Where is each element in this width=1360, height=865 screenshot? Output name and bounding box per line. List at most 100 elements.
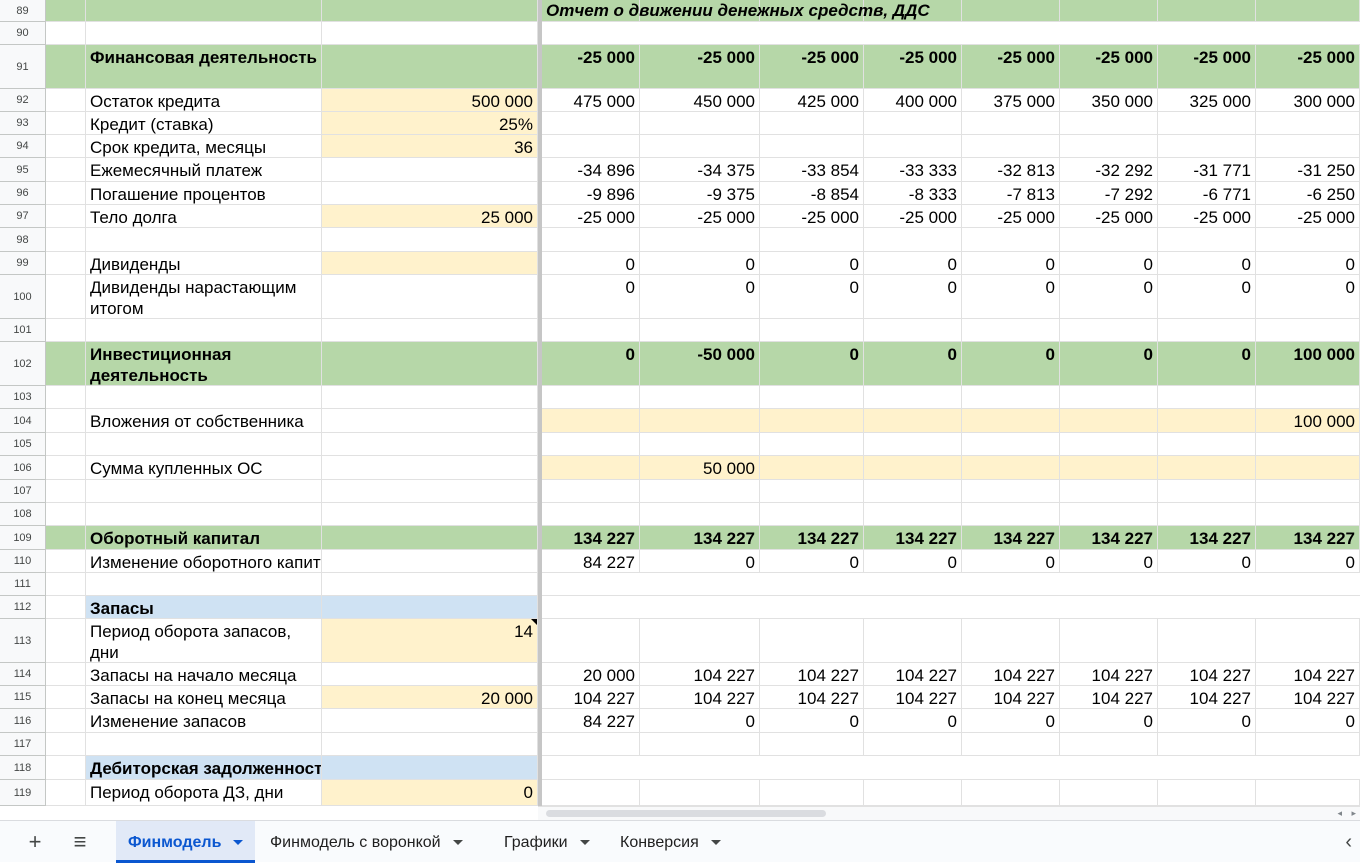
value-cell[interactable]: 20 000 bbox=[542, 663, 640, 686]
value-cell[interactable] bbox=[864, 780, 962, 806]
param-cell[interactable]: 36 bbox=[322, 135, 538, 158]
param-cell[interactable]: 25% bbox=[322, 112, 538, 135]
value-cell[interactable]: 104 227 bbox=[962, 686, 1060, 709]
row-header[interactable]: 117 bbox=[0, 733, 46, 756]
cell-a[interactable] bbox=[46, 433, 86, 456]
value-cell[interactable]: -50 000 bbox=[640, 342, 760, 386]
value-cell[interactable]: 0 bbox=[760, 550, 864, 573]
param-cell[interactable] bbox=[322, 22, 538, 45]
value-cell[interactable]: 0 bbox=[864, 342, 962, 386]
value-cell[interactable]: 0 bbox=[760, 709, 864, 733]
value-cell[interactable]: 0 bbox=[640, 252, 760, 275]
value-cell[interactable]: 425 000 bbox=[760, 89, 864, 112]
value-cell[interactable] bbox=[760, 456, 864, 480]
value-cell[interactable] bbox=[542, 433, 640, 456]
value-cell[interactable] bbox=[962, 135, 1060, 158]
tab-finmodel-funnel[interactable]: Финмодель с воронкой bbox=[258, 821, 475, 863]
value-cell[interactable] bbox=[760, 433, 864, 456]
add-sheet-button[interactable]: + bbox=[15, 821, 55, 863]
value-cell[interactable] bbox=[760, 319, 864, 342]
value-cell[interactable]: 0 bbox=[1158, 550, 1256, 573]
row-header[interactable]: 105 bbox=[0, 433, 46, 456]
value-cell[interactable] bbox=[760, 756, 864, 780]
value-cell[interactable] bbox=[962, 433, 1060, 456]
value-cell[interactable] bbox=[760, 480, 864, 503]
value-cell[interactable]: 0 bbox=[962, 252, 1060, 275]
row-label[interactable]: Запасы bbox=[86, 596, 322, 619]
row-label[interactable]: Запасы на конец месяца bbox=[86, 686, 322, 709]
param-cell[interactable] bbox=[322, 228, 538, 252]
value-cell[interactable]: -25 000 bbox=[1256, 205, 1360, 228]
value-cell[interactable] bbox=[864, 573, 962, 596]
value-cell[interactable] bbox=[1060, 596, 1158, 619]
value-cell[interactable]: 0 bbox=[962, 275, 1060, 319]
value-cell[interactable]: 134 227 bbox=[962, 526, 1060, 550]
value-cell[interactable] bbox=[640, 756, 760, 780]
value-cell[interactable] bbox=[864, 22, 962, 45]
value-cell[interactable] bbox=[864, 433, 962, 456]
value-cell[interactable]: 104 227 bbox=[640, 686, 760, 709]
cell-a[interactable] bbox=[46, 135, 86, 158]
row-label[interactable]: Остаток кредита bbox=[86, 89, 322, 112]
value-cell[interactable] bbox=[640, 503, 760, 526]
value-cell[interactable] bbox=[1060, 228, 1158, 252]
frozen-columns-divider[interactable] bbox=[538, 0, 542, 806]
param-cell[interactable] bbox=[322, 456, 538, 480]
value-cell[interactable]: 0 bbox=[1060, 709, 1158, 733]
value-cell[interactable]: -31 771 bbox=[1158, 158, 1256, 182]
value-cell[interactable]: -7 813 bbox=[962, 182, 1060, 205]
value-cell[interactable]: -25 000 bbox=[542, 205, 640, 228]
value-cell[interactable] bbox=[962, 780, 1060, 806]
row-header[interactable]: 104 bbox=[0, 409, 46, 433]
cell-a[interactable] bbox=[46, 733, 86, 756]
row-header[interactable]: 98 bbox=[0, 228, 46, 252]
row-label[interactable] bbox=[86, 228, 322, 252]
row-label[interactable] bbox=[86, 22, 322, 45]
horizontal-scrollbar[interactable]: ◂ ▸ bbox=[538, 806, 1360, 820]
value-cell[interactable]: 0 bbox=[640, 275, 760, 319]
row-label[interactable] bbox=[86, 573, 322, 596]
cell-a[interactable] bbox=[46, 709, 86, 733]
row-header[interactable]: 109 bbox=[0, 526, 46, 550]
value-cell[interactable] bbox=[1060, 456, 1158, 480]
value-cell[interactable]: 0 bbox=[962, 550, 1060, 573]
row-label[interactable]: Дивиденды bbox=[86, 252, 322, 275]
value-cell[interactable]: -8 854 bbox=[760, 182, 864, 205]
value-cell[interactable]: -25 000 bbox=[542, 45, 640, 89]
value-cell[interactable] bbox=[1158, 780, 1256, 806]
value-cell[interactable] bbox=[1060, 573, 1158, 596]
row-label[interactable]: Срок кредита, месяцы bbox=[86, 135, 322, 158]
value-cell[interactable] bbox=[962, 619, 1060, 663]
row-label[interactable]: Изменение оборотного капитала bbox=[86, 550, 322, 573]
value-cell[interactable]: 134 227 bbox=[1158, 526, 1256, 550]
value-cell[interactable] bbox=[542, 573, 640, 596]
value-cell[interactable] bbox=[1158, 433, 1256, 456]
row-label[interactable] bbox=[86, 433, 322, 456]
value-cell[interactable]: 350 000 bbox=[1060, 89, 1158, 112]
value-cell[interactable] bbox=[1060, 112, 1158, 135]
value-cell[interactable] bbox=[1158, 573, 1256, 596]
value-cell[interactable]: 450 000 bbox=[640, 89, 760, 112]
tab-charts[interactable]: Графики bbox=[492, 821, 602, 863]
row-header[interactable]: 118 bbox=[0, 756, 46, 780]
value-cell[interactable]: 84 227 bbox=[542, 709, 640, 733]
param-cell[interactable] bbox=[322, 342, 538, 386]
caret-down-icon[interactable] bbox=[233, 840, 244, 846]
value-cell[interactable]: 0 bbox=[542, 252, 640, 275]
value-cell[interactable]: 0 bbox=[760, 275, 864, 319]
row-header[interactable]: 119 bbox=[0, 780, 46, 806]
value-cell[interactable] bbox=[640, 733, 760, 756]
value-cell[interactable]: -25 000 bbox=[864, 45, 962, 89]
value-cell[interactable]: 0 bbox=[760, 342, 864, 386]
row-label[interactable]: Период оборота ДЗ, дни bbox=[86, 780, 322, 806]
value-cell[interactable]: 104 227 bbox=[542, 686, 640, 709]
param-cell[interactable] bbox=[322, 182, 538, 205]
cell-a[interactable] bbox=[46, 573, 86, 596]
cell-a[interactable] bbox=[46, 550, 86, 573]
param-cell[interactable] bbox=[322, 733, 538, 756]
cell-a[interactable] bbox=[46, 275, 86, 319]
value-cell[interactable]: -6 250 bbox=[1256, 182, 1360, 205]
value-cell[interactable]: 134 227 bbox=[864, 526, 962, 550]
value-cell[interactable]: -31 250 bbox=[1256, 158, 1360, 182]
cell-a[interactable] bbox=[46, 386, 86, 409]
